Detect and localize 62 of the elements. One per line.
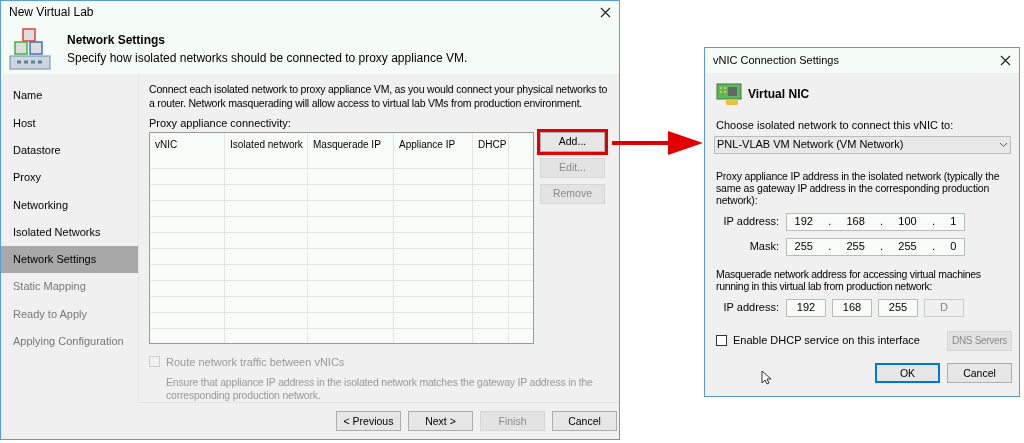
column-header[interactable]: Appliance IP	[394, 132, 473, 168]
column-header[interactable]: DHCP	[473, 132, 509, 168]
footer-button[interactable]: < Previous	[336, 411, 401, 431]
octet-field[interactable]: 255	[878, 298, 918, 317]
route-label: Route network traffic between vNICs	[166, 354, 345, 370]
ip-field[interactable]: 192 . 168 . 100 . 1	[786, 212, 965, 231]
mouse-cursor-icon	[761, 369, 771, 385]
octet-value: 100	[898, 214, 917, 230]
close-icon[interactable]	[600, 6, 611, 18]
field-label: Mask:	[748, 239, 779, 255]
wizard-step[interactable]: Datastore	[1, 136, 138, 164]
octet-field[interactable]: 168	[832, 298, 872, 317]
dot-separator: .	[828, 239, 832, 255]
dropdown-value: PNL-VLAB VM Network (VM Network)	[717, 137, 904, 153]
wizard-step[interactable]: Proxy	[1, 163, 138, 192]
footer-button[interactable]: Cancel	[552, 411, 617, 431]
close-icon[interactable]	[1000, 55, 1011, 66]
dhcp-label: Enable DHCP service on this interface	[733, 333, 920, 349]
octet-value: 255	[898, 239, 917, 255]
dot-separator: .	[880, 239, 884, 255]
side-button[interactable]: Add...	[540, 131, 605, 152]
octet-value: 1	[950, 214, 957, 230]
chevron-down-icon	[999, 141, 1008, 148]
dialog-title: vNIC Connection Settings	[713, 53, 839, 69]
network-label: Choose isolated network to connect this vNIC to:	[716, 118, 955, 133]
dialog-heading: Virtual NIC	[748, 86, 810, 103]
header-subtitle: Specify how isolated networks should be connected to proxy appliance VM.	[67, 49, 468, 67]
ip-field[interactable]: 255 . 255 . 255 . 0	[786, 237, 965, 256]
network-dropdown[interactable]: PNL-VLAB VM Network (VM Network)	[714, 135, 1011, 154]
network-blocks-icon	[9, 26, 51, 71]
window-title: New Virtual Lab	[9, 4, 94, 22]
route-hint: Ensure that appliance IP address in the isolated network matches the gateway IP address in the corresponding production network.	[166, 376, 594, 402]
header-title: Network Settings	[67, 31, 166, 49]
column-header[interactable]: Isolated network	[225, 132, 308, 168]
wizard-step[interactable]: Name	[1, 82, 138, 110]
wizard-step[interactable]: Host	[1, 109, 138, 137]
octet-field[interactable]: 192	[786, 298, 826, 317]
wizard-step[interactable]: Networking	[1, 191, 138, 219]
octet-value: 255	[794, 239, 813, 255]
masquerade-text: Masquerade network address for accessing virtual machines running in this virtual lab from production network:	[716, 267, 982, 292]
field-label: IP address:	[722, 214, 779, 230]
wizard-step[interactable]: Isolated Networks	[1, 218, 138, 246]
dot-separator: .	[828, 214, 832, 230]
octet-value: 192	[794, 214, 813, 230]
dhcp-checkbox[interactable]	[716, 335, 727, 346]
dialog-button[interactable]: Cancel	[947, 363, 1012, 383]
octet-value: 0	[950, 239, 957, 255]
dot-separator: .	[931, 239, 935, 255]
network-card-icon	[716, 81, 742, 107]
octet-value: 168	[846, 214, 865, 230]
footer-button[interactable]: Next >	[408, 411, 473, 431]
dot-separator: .	[880, 214, 884, 230]
dot-separator: .	[931, 214, 935, 230]
field-label: IP address:	[722, 300, 779, 316]
octet-value: 255	[846, 239, 865, 255]
intro-text: Connect each isolated network to proxy appliance VM, as you would connect your physical networks to a router. Network masquerading will allow access to virtual lab VMs from production environment.	[149, 82, 609, 110]
table-label: Proxy appliance connectivity:	[149, 116, 292, 131]
dialog-button[interactable]: OK	[875, 363, 940, 383]
column-header[interactable]: vNIC	[150, 132, 225, 168]
column-header[interactable]: Masquerade IP	[308, 132, 394, 168]
proxy-text: Proxy appliance IP address in the isolated network (typically the same as gateway IP address in the corresponding production network):	[716, 169, 1001, 206]
wizard-step[interactable]: Network Settings	[1, 245, 138, 274]
